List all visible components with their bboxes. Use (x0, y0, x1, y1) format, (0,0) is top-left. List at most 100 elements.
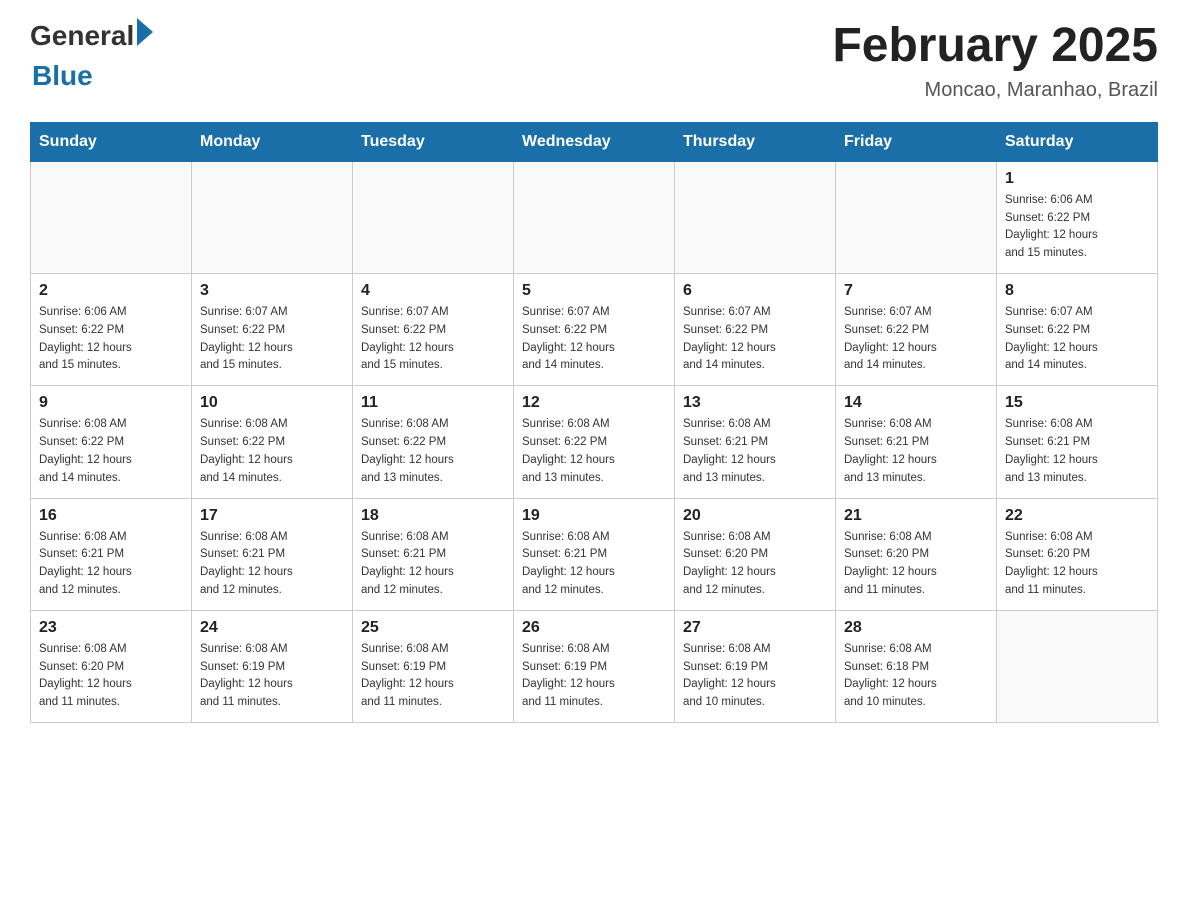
calendar-cell: 14 Sunrise: 6:08 AM Sunset: 6:21 PM Dayli… (836, 386, 997, 498)
day-number: 15 (1005, 394, 1149, 412)
day-info: Sunrise: 6:08 AM Sunset: 6:21 PM Dayligh… (200, 529, 344, 600)
day-number: 25 (361, 619, 505, 637)
calendar-cell: 25 Sunrise: 6:08 AM Sunset: 6:19 PM Dayli… (353, 610, 514, 722)
calendar-cell: 26 Sunrise: 6:08 AM Sunset: 6:19 PM Dayli… (514, 610, 675, 722)
calendar-cell: 20 Sunrise: 6:08 AM Sunset: 6:20 PM Dayli… (675, 498, 836, 610)
calendar-cell: 4 Sunrise: 6:07 AM Sunset: 6:22 PM Daylig… (353, 274, 514, 386)
calendar-cell: 6 Sunrise: 6:07 AM Sunset: 6:22 PM Daylig… (675, 274, 836, 386)
page-header: General Blue February 2025 Moncao, Maran… (30, 20, 1158, 102)
day-number: 7 (844, 282, 988, 300)
day-info: Sunrise: 6:08 AM Sunset: 6:21 PM Dayligh… (361, 529, 505, 600)
calendar-cell: 12Sunrise: 6:08 AM Sunset: 6:22 PM Dayli… (514, 386, 675, 498)
calendar-cell (514, 161, 675, 273)
day-info: Sunrise: 6:08 AM Sunset: 6:21 PM Dayligh… (844, 416, 988, 487)
calendar-cell (353, 161, 514, 273)
day-info: Sunrise: 6:08 AM Sunset: 6:21 PM Dayligh… (522, 529, 666, 600)
title-block: February 2025 Moncao, Maranhao, Brazil (832, 20, 1158, 102)
calendar-cell: 24 Sunrise: 6:08 AM Sunset: 6:19 PM Dayli… (192, 610, 353, 722)
day-number: 13 (683, 394, 827, 412)
weekday-header-tuesday: Tuesday (353, 122, 514, 161)
calendar-table: SundayMondayTuesdayWednesdayThursdayFrid… (30, 122, 1158, 723)
day-number: 3 (200, 282, 344, 300)
calendar-cell: 21Sunrise: 6:08 AM Sunset: 6:20 PM Dayli… (836, 498, 997, 610)
calendar-cell (192, 161, 353, 273)
calendar-week-row-5: 23Sunrise: 6:08 AM Sunset: 6:20 PM Dayli… (31, 610, 1158, 722)
weekday-header-saturday: Saturday (997, 122, 1158, 161)
day-number: 22 (1005, 507, 1149, 525)
calendar-cell: 2 Sunrise: 6:06 AM Sunset: 6:22 PM Daylig… (31, 274, 192, 386)
day-info: Sunrise: 6:07 AM Sunset: 6:22 PM Dayligh… (200, 304, 344, 375)
day-info: Sunrise: 6:08 AM Sunset: 6:22 PM Dayligh… (200, 416, 344, 487)
day-info: Sunrise: 6:08 AM Sunset: 6:22 PM Dayligh… (39, 416, 183, 487)
calendar-cell: 10 Sunrise: 6:08 AM Sunset: 6:22 PM Dayli… (192, 386, 353, 498)
day-info: Sunrise: 6:08 AM Sunset: 6:19 PM Dayligh… (683, 641, 827, 712)
calendar-cell (836, 161, 997, 273)
day-number: 4 (361, 282, 505, 300)
weekday-header-thursday: Thursday (675, 122, 836, 161)
day-number: 16 (39, 507, 183, 525)
day-info: Sunrise: 6:08 AM Sunset: 6:22 PM Dayligh… (522, 416, 666, 487)
calendar-cell: 22 Sunrise: 6:08 AM Sunset: 6:20 PM Dayli… (997, 498, 1158, 610)
weekday-header-friday: Friday (836, 122, 997, 161)
calendar-cell: 18 Sunrise: 6:08 AM Sunset: 6:21 PM Dayli… (353, 498, 514, 610)
calendar-cell: 11Sunrise: 6:08 AM Sunset: 6:22 PM Dayli… (353, 386, 514, 498)
calendar-title: February 2025 (832, 20, 1158, 73)
day-number: 14 (844, 394, 988, 412)
calendar-cell: 28 Sunrise: 6:08 AM Sunset: 6:18 PM Dayli… (836, 610, 997, 722)
calendar-cell: 1 Sunrise: 6:06 AM Sunset: 6:22 PM Daylig… (997, 161, 1158, 273)
calendar-cell (997, 610, 1158, 722)
day-info: Sunrise: 6:08 AM Sunset: 6:19 PM Dayligh… (200, 641, 344, 712)
day-number: 17 (200, 507, 344, 525)
day-number: 2 (39, 282, 183, 300)
day-number: 18 (361, 507, 505, 525)
day-number: 9 (39, 394, 183, 412)
day-number: 1 (1005, 170, 1149, 188)
day-number: 19 (522, 507, 666, 525)
day-number: 10 (200, 394, 344, 412)
day-info: Sunrise: 6:08 AM Sunset: 6:21 PM Dayligh… (1005, 416, 1149, 487)
weekday-header-sunday: Sunday (31, 122, 192, 161)
day-info: Sunrise: 6:07 AM Sunset: 6:22 PM Dayligh… (844, 304, 988, 375)
day-info: Sunrise: 6:08 AM Sunset: 6:19 PM Dayligh… (361, 641, 505, 712)
calendar-cell: 5Sunrise: 6:07 AM Sunset: 6:22 PM Daylig… (514, 274, 675, 386)
calendar-cell: 13 Sunrise: 6:08 AM Sunset: 6:21 PM Dayli… (675, 386, 836, 498)
day-number: 27 (683, 619, 827, 637)
calendar-cell: 15 Sunrise: 6:08 AM Sunset: 6:21 PM Dayli… (997, 386, 1158, 498)
calendar-cell: 3 Sunrise: 6:07 AM Sunset: 6:22 PM Daylig… (192, 274, 353, 386)
day-info: Sunrise: 6:06 AM Sunset: 6:22 PM Dayligh… (39, 304, 183, 375)
weekday-header-monday: Monday (192, 122, 353, 161)
weekday-header-wednesday: Wednesday (514, 122, 675, 161)
calendar-subtitle: Moncao, Maranhao, Brazil (832, 79, 1158, 102)
day-info: Sunrise: 6:08 AM Sunset: 6:20 PM Dayligh… (1005, 529, 1149, 600)
day-info: Sunrise: 6:08 AM Sunset: 6:19 PM Dayligh… (522, 641, 666, 712)
day-info: Sunrise: 6:08 AM Sunset: 6:21 PM Dayligh… (683, 416, 827, 487)
calendar-week-row-4: 16 Sunrise: 6:08 AM Sunset: 6:21 PM Dayli… (31, 498, 1158, 610)
calendar-cell: 17 Sunrise: 6:08 AM Sunset: 6:21 PM Dayli… (192, 498, 353, 610)
calendar-cell: 16 Sunrise: 6:08 AM Sunset: 6:21 PM Dayli… (31, 498, 192, 610)
day-number: 6 (683, 282, 827, 300)
logo-arrow-icon (137, 18, 153, 46)
day-number: 28 (844, 619, 988, 637)
day-number: 20 (683, 507, 827, 525)
day-number: 23 (39, 619, 183, 637)
calendar-cell: 19 Sunrise: 6:08 AM Sunset: 6:21 PM Dayli… (514, 498, 675, 610)
day-number: 8 (1005, 282, 1149, 300)
logo: General Blue (30, 20, 153, 92)
day-info: Sunrise: 6:08 AM Sunset: 6:21 PM Dayligh… (39, 529, 183, 600)
calendar-cell: 8 Sunrise: 6:07 AM Sunset: 6:22 PM Daylig… (997, 274, 1158, 386)
day-info: Sunrise: 6:07 AM Sunset: 6:22 PM Dayligh… (361, 304, 505, 375)
day-info: Sunrise: 6:08 AM Sunset: 6:18 PM Dayligh… (844, 641, 988, 712)
day-info: Sunrise: 6:07 AM Sunset: 6:22 PM Dayligh… (683, 304, 827, 375)
calendar-cell: 7 Sunrise: 6:07 AM Sunset: 6:22 PM Daylig… (836, 274, 997, 386)
calendar-week-row-2: 2 Sunrise: 6:06 AM Sunset: 6:22 PM Daylig… (31, 274, 1158, 386)
day-info: Sunrise: 6:08 AM Sunset: 6:20 PM Dayligh… (683, 529, 827, 600)
day-number: 11 (361, 394, 505, 412)
day-number: 5 (522, 282, 666, 300)
day-number: 26 (522, 619, 666, 637)
logo-general-text: General (30, 20, 134, 52)
logo-blue-text: Blue (32, 60, 153, 92)
day-number: 24 (200, 619, 344, 637)
day-info: Sunrise: 6:07 AM Sunset: 6:22 PM Dayligh… (1005, 304, 1149, 375)
calendar-cell (675, 161, 836, 273)
day-info: Sunrise: 6:06 AM Sunset: 6:22 PM Dayligh… (1005, 192, 1149, 263)
